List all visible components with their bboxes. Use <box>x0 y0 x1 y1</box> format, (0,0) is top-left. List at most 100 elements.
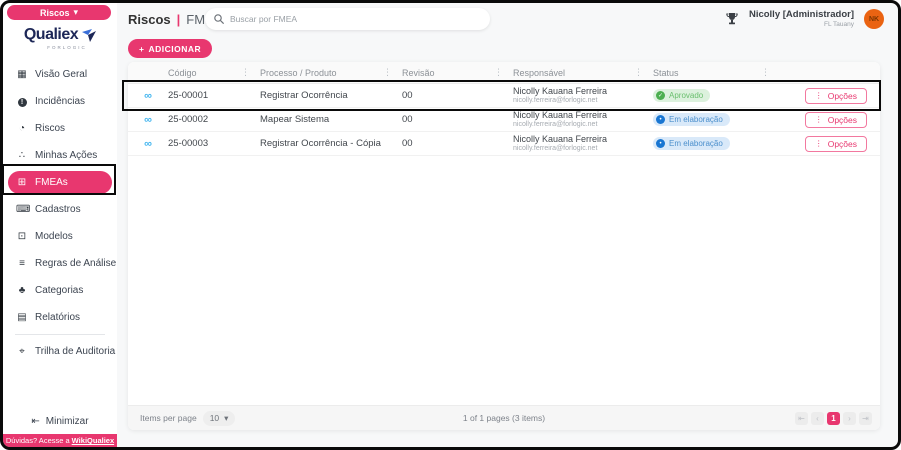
dashboard-icon: ▦ <box>16 69 28 80</box>
status-badge: • Em elaboração <box>653 113 730 126</box>
linked-risks-icon[interactable]: ∞ <box>128 90 168 102</box>
column-menu-icon[interactable]: ⋮ <box>761 67 770 78</box>
sidebar-item-label: Regras de Análise <box>35 258 116 269</box>
breadcrumb-separator: | <box>177 12 181 27</box>
responsible-email: nicolly.ferreira@forlogic.net <box>513 97 653 105</box>
table-pager: Items per page 10 ▾ 1 of 1 pages (3 item… <box>128 405 880 430</box>
table-row[interactable]: ∞ 25-00002 Mapear Sistema 00 Nicolly Kau… <box>128 108 880 132</box>
cell-responsible: Nicolly Kauana Ferreira nicolly.ferreira… <box>513 135 653 153</box>
analysis-rules-icon: ≡ <box>16 258 28 269</box>
kebab-icon: ⋮ <box>815 139 823 148</box>
main-content: Riscos | FMEAs Nicolly [Administrador] F… <box>117 3 898 447</box>
module-switcher-button[interactable]: Riscos ▾ <box>7 5 111 20</box>
fmea-table-card: Código ⋮ Processo / Produto ⋮ Revisão ⋮ … <box>128 62 880 430</box>
column-menu-icon[interactable]: ⋮ <box>634 67 643 78</box>
fmea-table-icon: ⊞ <box>16 177 28 188</box>
options-button[interactable]: ⋮ Opções <box>805 112 867 128</box>
options-button[interactable]: ⋮ Opções <box>805 88 867 104</box>
sidebar-divider <box>15 334 105 335</box>
options-label: Opções <box>828 115 857 125</box>
sidebar: Riscos ▾ Qualiex FORLOGIC ▦ Visão Geral … <box>3 3 117 447</box>
brand-logo: Qualiex FORLOGIC <box>3 26 117 50</box>
wikiqualiex-link[interactable]: WikiQualiex <box>72 436 114 445</box>
user-name: Nicolly [Administrador] <box>749 9 854 20</box>
status-badge: ✓ Aprovado <box>653 89 710 102</box>
cell-responsible: Nicolly Kauana Ferreira nicolly.ferreira… <box>513 87 653 105</box>
user-info[interactable]: Nicolly [Administrador] FL Tauany <box>749 9 854 28</box>
minimize-label: Minimizar <box>46 416 89 427</box>
cell-status: • Em elaboração <box>653 137 780 151</box>
qualiex-logo-icon <box>81 29 96 42</box>
sidebar-item-categorias[interactable]: ♣ Categorias <box>3 277 117 304</box>
sidebar-item-label: Categorias <box>35 285 83 296</box>
reports-icon: ▤ <box>16 312 28 323</box>
column-label: Responsável <box>513 68 565 78</box>
sidebar-item-trilha-de-auditoria[interactable]: ⌖ Trilha de Auditoria <box>3 338 117 365</box>
sidebar-item-relatorios[interactable]: ▤ Relatórios <box>3 304 117 331</box>
prev-page-button[interactable]: ‹ <box>811 412 824 425</box>
plus-icon: + <box>139 44 144 54</box>
cell-status: ✓ Aprovado <box>653 89 780 102</box>
sidebar-item-label: Visão Geral <box>35 69 87 80</box>
avatar[interactable]: NK <box>864 9 884 29</box>
sidebar-item-regras-de-analise[interactable]: ≡ Regras de Análise <box>3 250 117 277</box>
sidebar-item-fmeas[interactable]: ⊞ FMEAs <box>8 171 112 194</box>
items-per-page-select[interactable]: 10 ▾ <box>203 411 236 426</box>
sidebar-item-label: Modelos <box>35 231 73 242</box>
first-page-button[interactable]: ⇤ <box>795 412 808 425</box>
options-button[interactable]: ⋮ Opções <box>805 136 867 152</box>
help-banner: Dúvidas? Acesse a WikiQualiex <box>3 434 117 447</box>
table-row[interactable]: ∞ 25-00001 Registrar Ocorrência 00 Nicol… <box>128 84 880 108</box>
search-icon <box>214 14 224 24</box>
responsible-email: nicolly.ferreira@forlogic.net <box>513 145 653 153</box>
sidebar-item-incidencias[interactable]: ! Incidências <box>3 88 117 115</box>
cell-revision: 00 <box>402 138 513 149</box>
audit-trail-icon: ⌖ <box>16 346 28 357</box>
column-menu-icon[interactable]: ⋮ <box>383 67 392 78</box>
next-page-button[interactable]: › <box>843 412 856 425</box>
linked-risks-icon[interactable]: ∞ <box>128 114 168 126</box>
table-row[interactable]: ∞ 25-00003 Registrar Ocorrência - Cópia … <box>128 132 880 156</box>
column-processo-produto: Processo / Produto ⋮ <box>260 67 402 78</box>
minimize-sidebar-button[interactable]: ⇤ Minimizar <box>3 416 117 427</box>
column-codigo: Código ⋮ <box>168 67 260 78</box>
trophy-icon[interactable] <box>725 12 739 26</box>
sidebar-item-minhas-acoes[interactable]: ∴ Minhas Ações <box>3 142 117 169</box>
chevron-down-icon: ▾ <box>224 413 228 424</box>
column-label: Revisão <box>402 68 435 78</box>
sidebar-item-label: Cadastros <box>35 204 81 215</box>
cell-process: Mapear Sistema <box>260 114 402 125</box>
sidebar-item-label: Incidências <box>35 96 85 107</box>
incident-icon: ! <box>18 98 27 107</box>
chevron-down-icon: ▾ <box>73 7 78 18</box>
page-1-button[interactable]: 1 <box>827 412 840 425</box>
column-menu-icon[interactable]: ⋮ <box>494 67 503 78</box>
search-input[interactable] <box>230 14 481 24</box>
add-fmea-button[interactable]: + ADICIONAR <box>128 39 212 58</box>
column-label: Status <box>653 68 679 78</box>
sidebar-item-modelos[interactable]: ⊡ Modelos <box>3 223 117 250</box>
cell-code: 25-00003 <box>168 138 260 149</box>
items-per-page-label: Items per page <box>140 413 197 423</box>
column-label: Processo / Produto <box>260 68 337 78</box>
user-cluster: Nicolly [Administrador] FL Tauany NK <box>725 9 884 29</box>
last-page-button[interactable]: ⇥ <box>859 412 872 425</box>
sidebar-item-riscos[interactable]: ◔ Riscos <box>3 115 117 142</box>
check-circle-icon: ✓ <box>656 91 665 100</box>
cell-responsible: Nicolly Kauana Ferreira nicolly.ferreira… <box>513 111 653 129</box>
linked-risks-icon[interactable]: ∞ <box>128 138 168 150</box>
sidebar-menu: ▦ Visão Geral ! Incidências ◔ Riscos ∴ M… <box>3 61 117 365</box>
status-badge: • Em elaboração <box>653 137 730 150</box>
responsible-email: nicolly.ferreira@forlogic.net <box>513 121 653 129</box>
brand-name: Qualiex <box>24 26 78 44</box>
user-org: FL Tauany <box>749 21 854 29</box>
cell-code: 25-00001 <box>168 90 260 101</box>
sidebar-item-visao-geral[interactable]: ▦ Visão Geral <box>3 61 117 88</box>
status-label: Aprovado <box>669 91 703 100</box>
column-menu-icon[interactable]: ⋮ <box>241 67 250 78</box>
items-per-page-value: 10 <box>210 413 219 423</box>
sidebar-item-cadastros[interactable]: ⌨ Cadastros <box>3 196 117 223</box>
breadcrumb-module: Riscos <box>128 12 171 27</box>
registrations-icon: ⌨ <box>16 204 28 215</box>
search-bar[interactable] <box>205 8 490 30</box>
